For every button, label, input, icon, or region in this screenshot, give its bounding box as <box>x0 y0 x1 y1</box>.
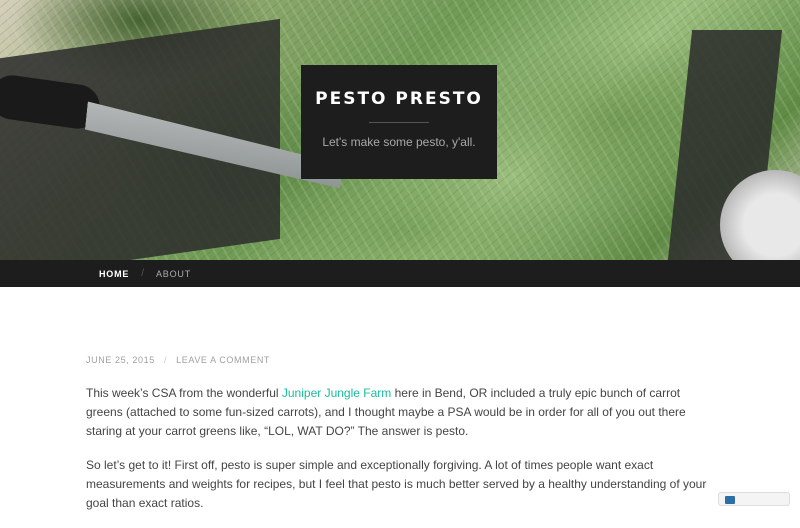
post-paragraph-1: This week’s CSA from the wonderful Junip… <box>86 384 716 441</box>
header-image: PESTO PRESTO Let's make some pesto, y'al… <box>0 0 800 260</box>
site-branding: PESTO PRESTO Let's make some pesto, y'al… <box>301 65 497 179</box>
follow-icon <box>725 496 735 504</box>
post-date[interactable]: JUNE 25, 2015 <box>86 355 155 365</box>
paragraph-text: This week’s CSA from the wonderful <box>86 386 282 400</box>
main-navigation: HOME / ABOUT <box>0 260 800 287</box>
site-title[interactable]: PESTO PRESTO <box>301 89 497 109</box>
nav-item-about[interactable]: ABOUT <box>156 269 191 279</box>
follow-button[interactable] <box>718 492 790 506</box>
post-paragraph-2: So let’s get to it! First off, pesto is … <box>86 456 716 513</box>
nav-item-home[interactable]: HOME <box>99 269 129 279</box>
post-content: JUNE 25, 2015 / LEAVE A COMMENT This wee… <box>86 355 716 528</box>
post-meta: JUNE 25, 2015 / LEAVE A COMMENT <box>86 355 716 365</box>
leave-comment-link[interactable]: LEAVE A COMMENT <box>176 355 270 365</box>
farm-link[interactable]: Juniper Jungle Farm <box>282 386 391 400</box>
site-tagline: Let's make some pesto, y'all. <box>301 135 497 149</box>
meta-separator: / <box>164 355 167 365</box>
nav-separator: / <box>141 268 144 279</box>
title-divider <box>369 122 429 123</box>
